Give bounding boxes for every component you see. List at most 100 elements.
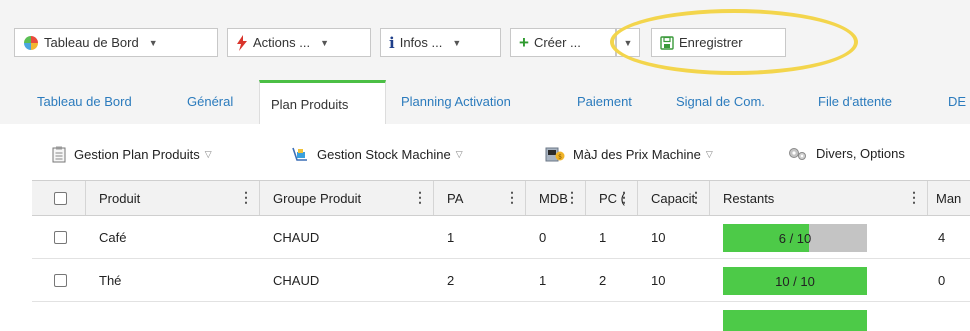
cell-mdb: 0 [539, 229, 547, 245]
header-pa[interactable]: PA ⋮ [434, 181, 526, 215]
tab-file-d-attente[interactable]: File d'attente [818, 94, 892, 109]
header-groupe-produit[interactable]: Groupe Produit ⋮ [260, 181, 434, 215]
create-menu-button[interactable]: + Créer ... [510, 28, 616, 57]
cell-produit: Thé [99, 272, 122, 288]
plan-produits-menu[interactable]: Gestion Plan Produits ▽ [52, 146, 212, 163]
tab-general[interactable]: Général [187, 94, 233, 109]
clipboard-icon [52, 146, 66, 163]
table-row[interactable] [32, 302, 970, 331]
header-label: MDB [539, 190, 568, 206]
header-label: Produit [99, 190, 141, 206]
column-menu-icon[interactable]: ⋮ [565, 190, 579, 204]
price-update-menu[interactable]: $ MàJ des Prix Machine ▽ [545, 146, 713, 162]
table-row[interactable]: Thé CHAUD 2 1 2 10 10 / 10 0 [32, 259, 970, 302]
misc-options-menu[interactable]: Divers, Options [788, 146, 905, 161]
header-man[interactable]: Man [928, 181, 970, 215]
row-select-cell [32, 216, 86, 258]
table-header-row: Produit ⋮ Groupe Produit ⋮ PA ⋮ MDB ⋮ PC… [32, 180, 970, 216]
create-dropdown-toggle[interactable]: ▼ [616, 28, 640, 57]
header-mdb[interactable]: MDB ⋮ [526, 181, 586, 215]
header-label: Groupe Produit [273, 190, 362, 206]
infos-menu-label: Infos ... [399, 35, 443, 50]
row-select-cell [32, 259, 86, 301]
stock-machine-menu-label: Gestion Stock Machine [317, 147, 451, 162]
cell-pa: 1 [447, 229, 455, 245]
select-all-checkbox[interactable] [54, 191, 67, 205]
chevron-down-icon: ▼ [148, 37, 158, 48]
column-menu-icon[interactable]: ⋮ [907, 190, 921, 204]
tab-paiement[interactable]: Paiement [577, 94, 632, 109]
tab-tableau-de-bord[interactable]: Tableau de Bord [37, 94, 132, 109]
tab-de[interactable]: DE [948, 94, 966, 109]
misc-options-menu-label: Divers, Options [816, 146, 905, 161]
chevron-down-icon: ▼ [452, 37, 462, 48]
price-machine-icon: $ [545, 146, 565, 162]
info-icon: i [389, 33, 395, 52]
plus-icon: + [519, 32, 529, 52]
create-menu-label: Créer ... [533, 35, 581, 50]
save-icon [660, 35, 674, 50]
price-update-menu-label: MàJ des Prix Machine [573, 146, 701, 162]
actions-menu-label: Actions ... [253, 35, 311, 50]
cell-restants: 10 / 10 [710, 259, 928, 301]
dashboard-menu-label: Tableau de Bord [44, 35, 139, 50]
header-capacite[interactable]: Capacit ⋮ [638, 181, 710, 215]
header-pc[interactable]: PC ( ⋮ [586, 181, 638, 215]
infos-menu-button[interactable]: i Infos ... ▼ [380, 28, 501, 57]
top-toolbar: Tableau de Bord ▼ Actions ... ▼ i Infos … [0, 0, 970, 80]
save-button[interactable]: Enregistrer [651, 28, 786, 57]
sub-toolbar: Gestion Plan Produits ▽ Gestion Stock Ma… [0, 124, 970, 180]
tab-bar: Tableau de Bord Général Plan Produits Pl… [0, 80, 970, 124]
cell-pc: 1 [599, 229, 607, 245]
chevron-down-icon: ▼ [623, 37, 633, 48]
restants-progress-bar: 10 / 10 [723, 267, 867, 295]
cell-produit: Café [99, 229, 127, 245]
svg-text:$: $ [558, 154, 562, 161]
column-menu-icon[interactable]: ⋮ [689, 190, 703, 204]
column-menu-icon[interactable]: ⋮ [617, 190, 631, 204]
header-label: Restants [723, 190, 775, 206]
restants-progress-label: 10 / 10 [775, 273, 815, 289]
cell-man: 0 [938, 272, 946, 288]
cell-pc: 2 [599, 272, 607, 288]
restants-progress-label: 6 / 10 [778, 230, 812, 246]
table-row[interactable]: Café CHAUD 1 0 1 10 6 / 10 4 [32, 216, 970, 259]
header-label: Man [936, 190, 962, 206]
actions-menu-button[interactable]: Actions ... ▼ [227, 28, 371, 57]
gears-icon [788, 147, 808, 161]
cell-groupe: CHAUD [273, 229, 320, 245]
cell-man: 4 [938, 229, 946, 245]
lightning-icon [236, 34, 248, 51]
header-produit[interactable]: Produit ⋮ [86, 181, 260, 215]
tab-plan-produits[interactable]: Plan Produits [259, 80, 386, 124]
pie-chart-icon [23, 35, 39, 51]
save-button-label: Enregistrer [679, 35, 743, 50]
restants-progress-fill [723, 310, 867, 331]
column-menu-icon[interactable]: ⋮ [239, 190, 253, 204]
cell-groupe: CHAUD [273, 272, 320, 288]
restants-progress-bar: 6 / 10 [723, 224, 867, 252]
column-menu-icon[interactable]: ⋮ [413, 190, 427, 204]
column-menu-icon[interactable]: ⋮ [505, 190, 519, 204]
cell-capacite: 10 [651, 272, 666, 288]
dashboard-menu-button[interactable]: Tableau de Bord ▼ [14, 28, 218, 57]
cell-capacite: 10 [651, 229, 666, 245]
tab-signal-de-com[interactable]: Signal de Com. [676, 94, 765, 109]
stock-icon [291, 146, 309, 163]
cell-mdb: 1 [539, 272, 547, 288]
tab-planning-activation[interactable]: Planning Activation [401, 94, 511, 109]
row-checkbox[interactable] [54, 230, 67, 244]
header-restants[interactable]: Restants ⋮ [710, 181, 928, 215]
plan-produits-menu-label: Gestion Plan Produits [74, 147, 200, 162]
cell-restants [710, 302, 928, 331]
header-label: PA [447, 190, 464, 206]
triangle-down-icon: ▽ [204, 149, 212, 159]
chevron-down-icon: ▼ [320, 37, 329, 48]
row-checkbox[interactable] [54, 273, 67, 287]
triangle-down-icon: ▽ [705, 148, 713, 159]
cell-pa: 2 [447, 272, 455, 288]
stock-machine-menu[interactable]: Gestion Stock Machine ▽ [291, 146, 463, 163]
header-select-cell [32, 181, 86, 215]
restants-progress-bar [723, 310, 867, 331]
triangle-down-icon: ▽ [455, 149, 463, 159]
